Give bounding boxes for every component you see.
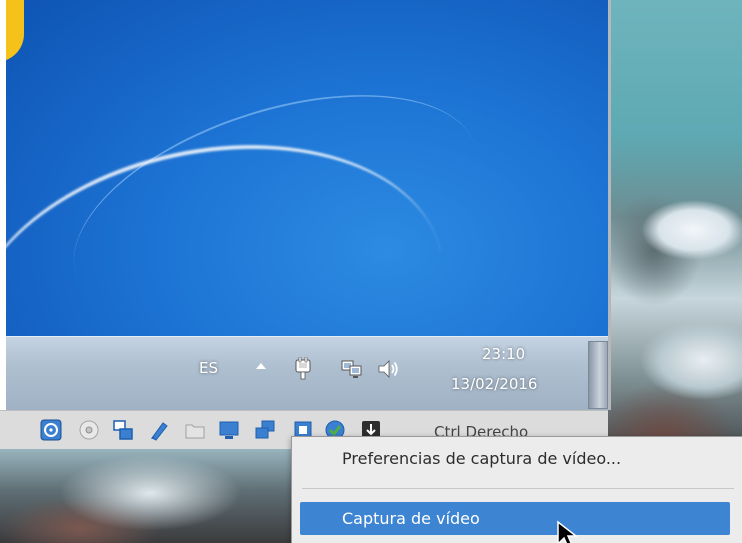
menu-separator [302, 488, 734, 489]
network-icon[interactable] [340, 357, 364, 381]
show-hidden-icons-arrow-icon[interactable] [256, 363, 266, 369]
video-capture-icon[interactable] [254, 419, 276, 441]
desktop-icon-fragment [6, 0, 24, 62]
clock-time[interactable]: 23:10 [482, 345, 525, 363]
speaker-icon[interactable] [376, 357, 400, 381]
display-icon[interactable] [218, 419, 240, 441]
optical-drive-icon[interactable] [78, 419, 100, 441]
guest-taskbar: ES 23:10 13/02/2016 [6, 336, 608, 410]
clock-date[interactable]: 13/02/2016 [451, 375, 537, 393]
mouse-pointer-icon [557, 520, 579, 543]
guest-vm-screen[interactable]: ES 23:10 13/02/2016 [6, 0, 611, 410]
menu-item-video-capture[interactable]: Captura de vídeo [300, 502, 730, 535]
network-adapters-icon[interactable] [112, 419, 134, 441]
video-capture-context-menu: Preferencias de captura de vídeo... Capt… [291, 436, 742, 543]
windows7-wallpaper [6, 0, 608, 410]
screenshot-frame: ES 23:10 13/02/2016 Ctrl Derecho Prefere… [0, 0, 742, 543]
hard-disk-icon[interactable] [40, 419, 62, 441]
usb-icon[interactable] [148, 419, 170, 441]
show-desktop-button[interactable] [588, 341, 608, 409]
shared-folders-icon[interactable] [184, 419, 206, 441]
power-plug-icon[interactable] [291, 357, 315, 381]
menu-item-video-capture-settings[interactable]: Preferencias de captura de vídeo... [300, 442, 730, 475]
language-indicator[interactable]: ES [199, 359, 218, 377]
